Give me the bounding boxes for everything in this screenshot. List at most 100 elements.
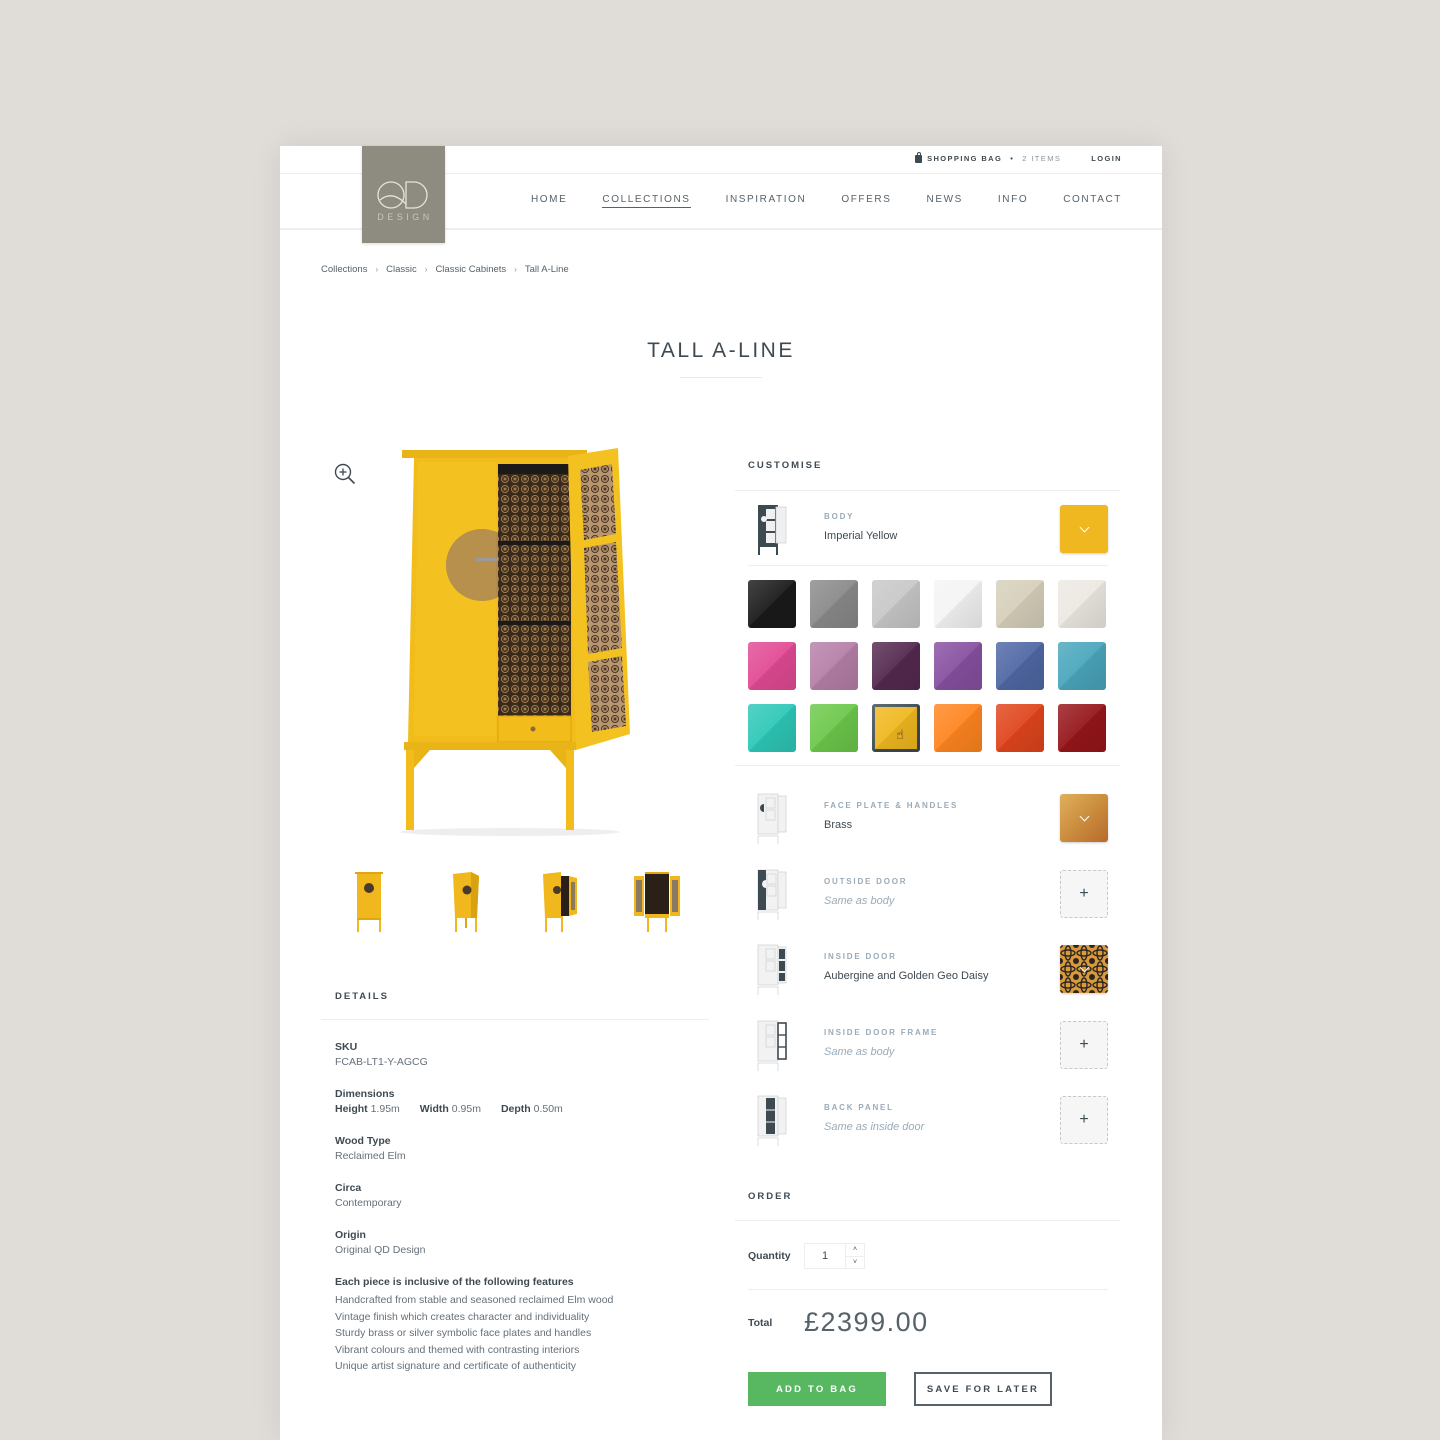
option-value: Same as body [824,1046,895,1058]
details-list: SKU FCAB-LT1-Y-AGCG Dimensions Height 1.… [335,1040,705,1375]
nav-info[interactable]: INFO [998,194,1028,208]
thumbnail-angle-closed[interactable] [431,866,499,936]
option-label: OUTSIDE DOOR [824,877,908,886]
color-swatch-ivory[interactable] [1058,580,1106,628]
customise-divider [735,765,1120,766]
quantity-increment-button[interactable]: ˄ [846,1244,864,1257]
order-divider [735,1220,1120,1221]
thumbnail-front-closed[interactable] [335,866,403,936]
color-swatch-white[interactable] [934,580,982,628]
quantity-decrement-button[interactable]: ˅ [846,1257,864,1269]
product-main-image[interactable] [390,444,670,839]
circa-value: Contemporary [335,1197,402,1209]
wood-type-label: Wood Type [335,1135,391,1147]
nav-collections[interactable]: COLLECTIONS [602,194,691,208]
origin-value: Original QD Design [335,1244,426,1256]
breadcrumb-current: Tall A-Line [524,264,569,275]
option-outside-door: OUTSIDE DOOR Same as body + [748,868,1108,920]
total-price: £2399.00 [804,1307,929,1337]
chevron-down-icon [1079,522,1089,532]
inside-door-pattern-dropdown[interactable] [1060,945,1108,993]
cabinet-inside-door-diagram-icon [757,944,787,995]
shopping-bag-icon[interactable] [915,151,923,163]
brand-logo[interactable]: DESIGN [362,146,445,243]
order-divider [748,1289,1108,1290]
features-label: Each piece is inclusive of the following… [335,1276,574,1288]
quantity-input[interactable] [805,1244,845,1268]
thumbnail-front-open[interactable] [623,866,691,936]
cabinet-body-diagram-icon [758,505,787,555]
feature-item: Handcrafted from stable and seasoned rec… [335,1294,614,1306]
outside-door-add-button[interactable]: + [1060,870,1108,918]
cabinet-faceplate-diagram-icon [757,793,787,844]
nav-news[interactable]: NEWS [927,194,963,208]
option-label: INSIDE DOOR FRAME [824,1028,939,1037]
inside-door-frame-add-button[interactable]: + [1060,1021,1108,1069]
option-label: FACE PLATE & HANDLES [824,801,959,810]
breadcrumb-classic-cabinets[interactable]: Classic Cabinets [435,264,506,275]
color-swatch-black[interactable] [748,580,796,628]
color-swatch-orange[interactable] [934,704,982,752]
save-for-later-button[interactable]: SAVE FOR LATER [914,1372,1052,1406]
color-swatch-grey[interactable] [810,580,858,628]
color-swatch-mauve[interactable] [810,642,858,690]
color-swatch-silver[interactable] [872,580,920,628]
dimensions-label: Dimensions [335,1088,395,1100]
product-page: SHOPPING BAG • 2 ITEMS LOGIN DESIGN HOME… [280,146,1162,1440]
dimension-depth: Depth 0.50m [500,1103,563,1115]
thumbnail-image [543,872,577,932]
option-value: Brass [824,819,853,831]
quantity-stepper: ˄ ˅ [804,1243,865,1269]
breadcrumb-separator: › [514,265,517,274]
nav-contact[interactable]: CONTACT [1063,194,1122,208]
color-swatch-dark-red[interactable] [1058,704,1106,752]
option-inside-door-frame: INSIDE DOOR FRAME Same as body + [748,1019,1108,1071]
feature-item: Unique artist signature and certificate … [335,1360,577,1372]
thumbnail-angle-open[interactable] [527,866,595,936]
feature-item: Sturdy brass or silver symbolic face pla… [335,1327,592,1339]
color-swatch-stone[interactable] [996,580,1044,628]
main-nav: HOME COLLECTIONS INSPIRATION OFFERS NEWS… [496,194,1122,208]
color-swatch-teal[interactable] [1058,642,1106,690]
details-heading: DETAILS [335,991,389,1002]
add-to-bag-button[interactable]: ADD TO BAG [748,1372,886,1406]
chevron-down-icon [1079,811,1089,821]
quantity-label: Quantity [748,1250,791,1262]
customise-heading: CUSTOMISE [748,460,823,471]
option-value: Aubergine and Golden Geo Daisy [824,970,989,982]
dimension-width: Width 0.95m [419,1103,481,1115]
color-swatch-grid: ☝ [748,580,1106,752]
customise-divider [748,565,1108,566]
nav-offers[interactable]: OFFERS [841,194,891,208]
customise-divider [735,490,1120,491]
color-swatch-turquoise[interactable] [748,704,796,752]
thumbnail-image [355,872,383,932]
nav-home[interactable]: HOME [531,194,567,208]
body-color-dropdown[interactable] [1060,505,1108,553]
breadcrumb-classic[interactable]: Classic [386,264,417,275]
qd-logo-mark-icon [376,181,428,209]
color-swatch-blue[interactable] [996,642,1044,690]
page-title: TALL A-LINE [647,339,795,362]
color-swatch-aubergine[interactable] [872,642,920,690]
option-value: Same as body [824,895,895,907]
bag-item-count[interactable]: 2 ITEMS [1022,154,1061,163]
color-swatch-imperial-yellow[interactable]: ☝ [872,704,920,752]
option-value: Imperial Yellow [824,530,898,542]
cabinet-inside-door-frame-diagram-icon [757,1020,787,1071]
color-swatch-green[interactable] [810,704,858,752]
breadcrumb-collections[interactable]: Collections [321,264,367,275]
option-label: INSIDE DOOR [824,952,897,961]
details-divider [321,1019,709,1020]
color-swatch-red-orange[interactable] [996,704,1044,752]
face-plate-dropdown[interactable] [1060,794,1108,842]
breadcrumb-separator: › [375,265,379,274]
login-link[interactable]: LOGIN [1091,154,1122,163]
nav-inspiration[interactable]: INSPIRATION [726,194,807,208]
option-value: Same as inside door [824,1121,925,1133]
zoom-in-icon[interactable] [334,463,356,485]
shopping-bag-link[interactable]: SHOPPING BAG [927,154,1002,163]
color-swatch-pink[interactable] [748,642,796,690]
color-swatch-purple[interactable] [934,642,982,690]
back-panel-add-button[interactable]: + [1060,1096,1108,1144]
